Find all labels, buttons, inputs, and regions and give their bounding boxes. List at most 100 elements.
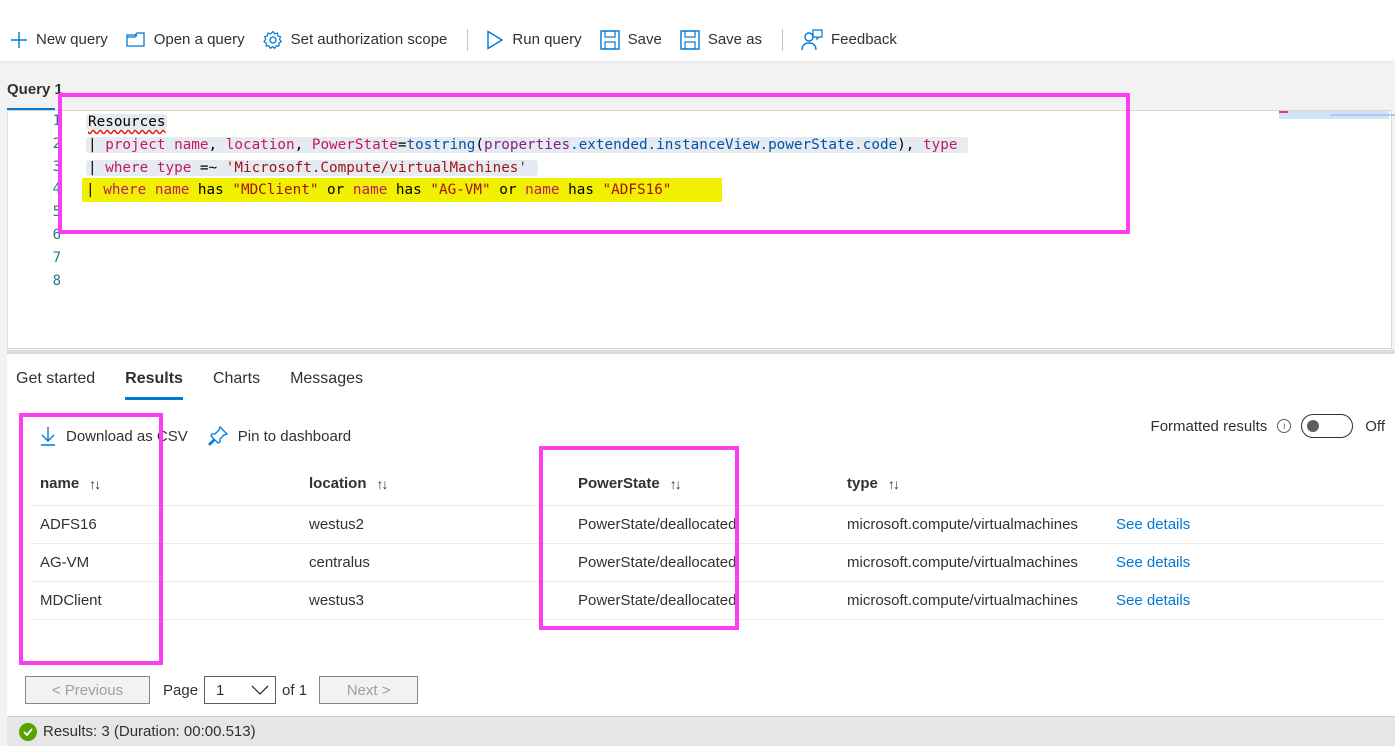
cell-name: AG-VM (40, 554, 90, 571)
token-column: location (225, 137, 295, 153)
cell-location: westus2 (309, 516, 365, 533)
column-header-name[interactable]: name ↑↓ (40, 462, 300, 505)
column-header-powerstate[interactable]: PowerState ↑↓ (578, 462, 738, 505)
cell-location: westus3 (309, 592, 365, 609)
cell-type: microsoft.compute/virtualmachines (847, 554, 1078, 571)
pagination: < Previous Page 1 of 1 Next > (25, 676, 419, 704)
new-query-label: New query (36, 31, 108, 48)
token-string: "MDClient" (232, 182, 319, 198)
line-number: 6 (52, 227, 61, 243)
pin-to-dashboard-button[interactable]: Pin to dashboard (207, 426, 352, 446)
token-column: name (174, 137, 209, 153)
previous-page-button[interactable]: < Previous (25, 676, 150, 704)
column-header-location[interactable]: location ↑↓ (309, 462, 569, 505)
token-table: Resources (86, 114, 168, 130)
status-text: Results: 3 (Duration: 00:00.513) (43, 723, 256, 740)
save-as-button[interactable]: Save as (680, 27, 762, 53)
sort-icon[interactable]: ↑↓ (89, 476, 101, 492)
token-property: properties (484, 137, 571, 153)
token-op: = (397, 137, 407, 153)
formatted-results-toggle[interactable] (1301, 414, 1354, 438)
tab-charts[interactable]: Charts (213, 370, 260, 400)
download-icon (41, 427, 55, 446)
column-header-type[interactable]: type ↑↓ (847, 462, 1107, 505)
cell-name: MDClient (40, 592, 102, 609)
token-string: 'Microsoft.Compute/virtualMachines' (225, 160, 528, 176)
cell-powerstate: PowerState/deallocated (578, 516, 737, 533)
token-column: name (352, 182, 388, 198)
token-keyword: where (105, 160, 149, 176)
pin-icon (207, 426, 228, 446)
token-operator: has (395, 182, 422, 198)
feedback-button[interactable]: Feedback (801, 27, 897, 53)
token-keyword: where (103, 182, 147, 198)
line-number: 1 (52, 113, 61, 129)
info-icon[interactable]: i (1277, 419, 1292, 433)
token-column: PowerState (311, 137, 398, 153)
line-number: 2 (52, 136, 61, 152)
token-operator: has (197, 182, 224, 198)
run-query-button[interactable]: Run query (486, 27, 582, 53)
results-tabs: Get started Results Charts Messages (16, 370, 393, 400)
see-details-link[interactable]: See details (1116, 582, 1236, 619)
sort-icon[interactable]: ↑↓ (670, 476, 682, 492)
token-pipe: | (88, 137, 97, 153)
command-toolbar: New query Open a query Set authorization… (0, 0, 1395, 62)
tab-get-started[interactable]: Get started (16, 370, 95, 400)
cell-name: ADFS16 (40, 516, 97, 533)
formatted-results-label: Formatted results (1150, 417, 1268, 435)
next-page-button[interactable]: Next > (319, 676, 419, 704)
see-details-link[interactable]: See details (1116, 544, 1236, 581)
token-punct: ( (475, 137, 485, 153)
token-pipe: | (86, 182, 95, 198)
tab-results[interactable]: Results (125, 370, 183, 400)
pin-to-dashboard-label: Pin to dashboard (237, 427, 352, 445)
plus-icon (11, 31, 27, 48)
table-header-row: name ↑↓ location ↑↓ PowerState ↑↓ type ↑↓ (30, 462, 1385, 506)
set-authorization-scope-button[interactable]: Set authorization scope (262, 27, 448, 53)
new-query-button[interactable]: New query (10, 27, 108, 53)
page-label: Page (163, 681, 199, 699)
column-header-label: name (40, 475, 80, 492)
cell-type: microsoft.compute/virtualmachines (847, 592, 1078, 609)
token-function: tostring (406, 137, 476, 153)
token-pipe: | (88, 160, 97, 176)
code-line-2: | project name, location, PowerState=tos… (86, 134, 969, 156)
line-number: 8 (52, 273, 61, 289)
token-string: "ADFS16" (602, 182, 672, 198)
line-number: 5 (52, 204, 61, 220)
token-op: =~ (199, 160, 218, 176)
page-select[interactable]: 1 (204, 676, 277, 704)
open-query-label: Open a query (153, 31, 245, 48)
column-header-label: PowerState (578, 475, 660, 492)
results-panel: Get started Results Charts Messages Down… (7, 354, 1395, 716)
folder-icon (126, 31, 145, 47)
token-column: name (525, 182, 560, 198)
download-csv-label: Download as CSV (66, 427, 188, 445)
see-details-link[interactable]: See details (1116, 506, 1236, 543)
line-number: 7 (52, 250, 61, 266)
results-table: name ↑↓ location ↑↓ PowerState ↑↓ type ↑↓ AD… (30, 462, 1385, 620)
toolbar-divider (782, 28, 784, 51)
token-string: "AG-VM" (430, 182, 491, 198)
open-query-button[interactable]: Open a query (126, 27, 245, 53)
query-tab[interactable]: Query 1 (7, 81, 63, 98)
play-icon (487, 29, 504, 50)
tab-messages[interactable]: Messages (290, 370, 363, 400)
sort-icon[interactable]: ↑↓ (377, 476, 389, 492)
toggle-state-label: Off (1365, 417, 1385, 435)
line-number: 3 (52, 159, 61, 175)
toolbar-divider (467, 28, 469, 51)
download-csv-button[interactable]: Download as CSV (40, 426, 188, 446)
editor-minimap[interactable] (1279, 111, 1395, 119)
set-authorization-scope-label: Set authorization scope (290, 31, 448, 48)
query-editor[interactable]: 1 2 3 4 5 6 7 8 Resources | project name… (7, 110, 1395, 349)
status-bar: Results: 3 (Duration: 00:00.513) (7, 716, 1395, 746)
code-line-1: Resources (86, 111, 168, 133)
token-punct: , (294, 137, 304, 153)
column-header-label: type (847, 475, 878, 492)
sort-icon[interactable]: ↑↓ (888, 476, 900, 492)
cell-location: centralus (309, 554, 370, 571)
page-select-value: 1 (216, 681, 225, 699)
save-button[interactable]: Save (599, 27, 662, 53)
